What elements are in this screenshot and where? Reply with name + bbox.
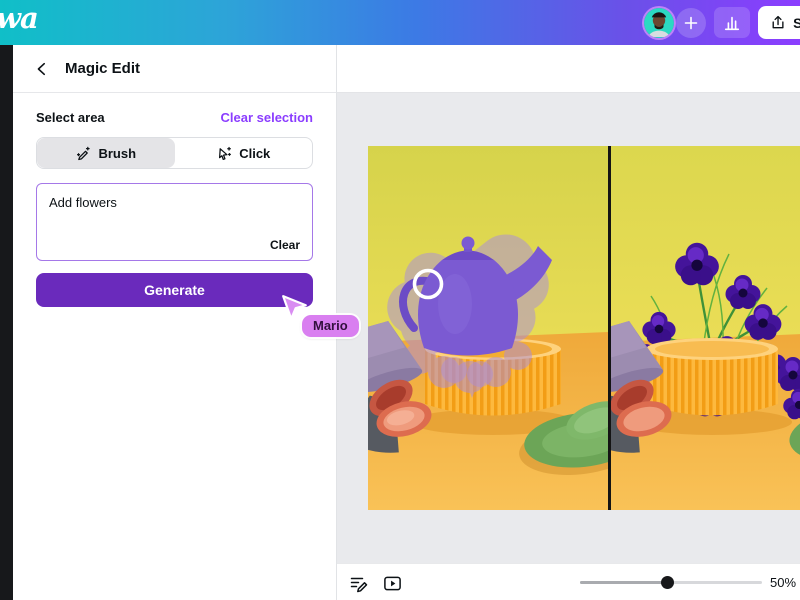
- panel-title: Magic Edit: [65, 60, 140, 77]
- avatar[interactable]: [644, 8, 674, 38]
- collapsed-panel-rail[interactable]: [0, 45, 13, 600]
- design-artboard: [368, 146, 800, 510]
- magic-brush-icon: [75, 145, 91, 161]
- share-upload-icon: [770, 14, 786, 31]
- plus-icon: [683, 15, 699, 31]
- select-area-label: Select area: [36, 110, 105, 125]
- prompt-value: Add flowers: [49, 195, 300, 210]
- insights-button[interactable]: [714, 7, 750, 38]
- tab-brush-label: Brush: [98, 146, 136, 161]
- tab-click[interactable]: Click: [175, 138, 313, 168]
- add-member-button[interactable]: [676, 8, 706, 38]
- panel-header: Magic Edit: [13, 45, 336, 93]
- magic-click-icon: [216, 145, 232, 161]
- tab-click-label: Click: [239, 146, 270, 161]
- magic-edit-panel: Magic Edit Select area Clear selection: [13, 45, 337, 600]
- notes-icon: [349, 574, 368, 593]
- selection-mode-tabs: Brush Click: [36, 137, 313, 169]
- canvas-toolbar: [337, 45, 800, 93]
- present-button[interactable]: [382, 573, 402, 593]
- select-area-row: Select area Clear selection: [36, 110, 313, 125]
- back-button[interactable]: [31, 58, 53, 80]
- share-button[interactable]: Share: [758, 6, 800, 39]
- before-image-teapot[interactable]: [368, 146, 608, 510]
- editor-canvas: 50%: [337, 45, 800, 600]
- tab-brush[interactable]: Brush: [37, 138, 175, 168]
- after-image-wrap: [611, 146, 800, 510]
- zoom-slider[interactable]: [580, 581, 762, 584]
- canva-magic-edit-app: wa Share: [0, 0, 800, 600]
- prompt-clear-button[interactable]: Clear: [270, 238, 300, 252]
- canvas-bottom-bar: 50%: [337, 563, 800, 600]
- clear-selection-link[interactable]: Clear selection: [221, 110, 314, 125]
- avatar-image: [644, 8, 674, 38]
- canva-logo[interactable]: wa: [0, 1, 38, 35]
- prompt-input[interactable]: Add flowers Clear: [36, 183, 313, 261]
- after-image-flowers[interactable]: [611, 146, 800, 510]
- bar-chart-icon: [723, 14, 741, 32]
- zoom-slider-fill: [580, 581, 667, 584]
- chevron-left-icon: [34, 61, 50, 77]
- zoom-level-label[interactable]: 50%: [770, 575, 796, 590]
- top-bar: wa Share: [0, 0, 800, 45]
- zoom-slider-thumb[interactable]: [661, 576, 674, 589]
- notes-button[interactable]: [348, 573, 368, 593]
- generate-button[interactable]: Generate: [36, 273, 313, 307]
- share-button-label: Share: [793, 15, 800, 31]
- panel-body: Select area Clear selection Brush: [13, 93, 336, 307]
- play-icon: [383, 574, 402, 593]
